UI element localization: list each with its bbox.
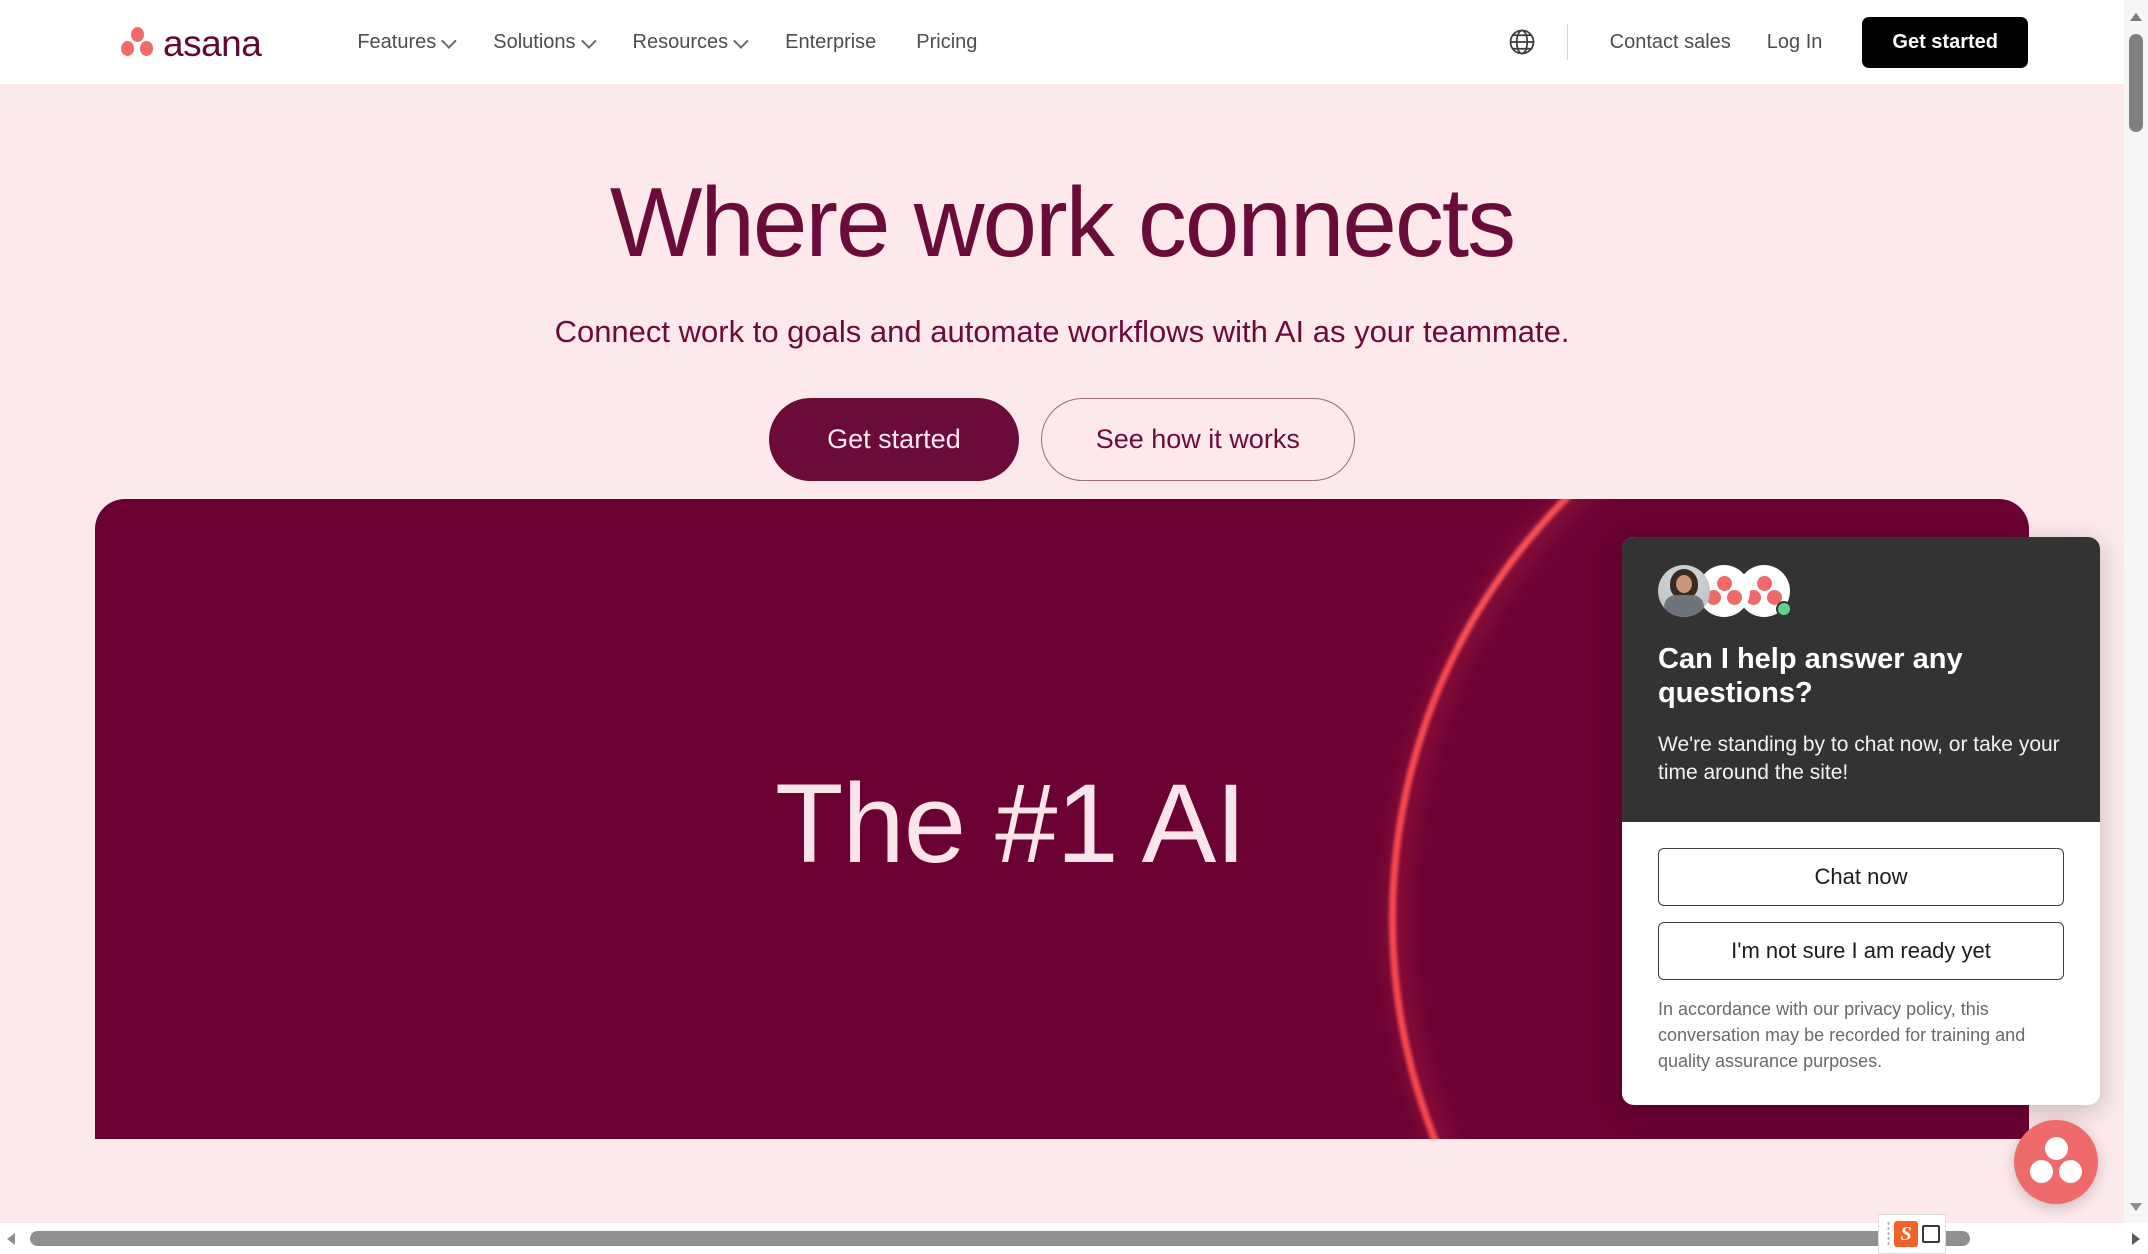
capture-frame-icon[interactable]	[1922, 1225, 1940, 1243]
asana-logo[interactable]: asana	[120, 22, 262, 64]
chevron-down-icon	[441, 32, 457, 49]
chevron-down-icon	[733, 32, 749, 49]
chat-widget: Can I help answer any questions? We're s…	[1622, 537, 2100, 1105]
nav-label: Features	[357, 30, 437, 53]
nav-label: Pricing	[916, 30, 978, 53]
primary-nav: Features Solutions Resources Enterprise …	[337, 21, 997, 64]
snagit-icon[interactable]: S	[1894, 1221, 1918, 1247]
nav-item-enterprise[interactable]: Enterprise	[765, 21, 896, 64]
banner-headline: The #1 AI	[775, 761, 1246, 886]
nav-item-solutions[interactable]: Solutions	[473, 21, 612, 64]
online-status-indicator	[1776, 601, 1792, 617]
contact-sales-link[interactable]: Contact sales	[1592, 21, 1749, 64]
hero-subtitle: Connect work to goals and automate workf…	[554, 313, 1570, 349]
nav-item-pricing[interactable]: Pricing	[896, 21, 997, 64]
agent-photo-avatar	[1658, 565, 1710, 617]
hero-cta-group: Get started See how it works	[0, 397, 2124, 481]
horizontal-scrollbar-thumb[interactable]	[30, 1231, 1970, 1246]
chat-body-text: We're standing by to chat now, or take y…	[1658, 732, 2060, 785]
get-started-button-hero[interactable]: Get started	[769, 397, 1019, 481]
header-actions: Contact sales Log In Get started	[1499, 16, 2028, 68]
scroll-right-arrow-icon[interactable]	[2132, 1233, 2140, 1245]
site-header: asana Features Solutions Resources Enter…	[0, 0, 2124, 84]
drag-handle[interactable]	[1887, 1221, 1890, 1247]
scroll-left-arrow-icon[interactable]	[7, 1233, 15, 1245]
chevron-down-icon	[580, 32, 597, 49]
nav-label: Resources	[632, 30, 729, 53]
asana-wordmark: asana	[163, 22, 262, 64]
page-content: asana Features Solutions Resources Enter…	[0, 0, 2124, 1223]
scroll-up-arrow-icon[interactable]	[2130, 13, 2142, 21]
vertical-scrollbar[interactable]	[2124, 0, 2148, 1223]
not-ready-yet-button[interactable]: I'm not sure I am ready yet	[1658, 921, 2064, 980]
get-started-button-header[interactable]: Get started	[1862, 16, 2028, 68]
chat-privacy-disclaimer: In accordance with our privacy policy, t…	[1658, 998, 2026, 1071]
scroll-down-arrow-icon[interactable]	[2130, 1203, 2142, 1211]
page-title: Where work connects	[609, 167, 1516, 277]
chat-launcher-button[interactable]	[2014, 1120, 2098, 1204]
globe-icon[interactable]	[1499, 19, 1545, 65]
browser-viewport: asana Features Solutions Resources Enter…	[0, 0, 2148, 1254]
vertical-scrollbar-thumb[interactable]	[2129, 34, 2143, 132]
chat-now-button[interactable]: Chat now	[1658, 847, 2064, 906]
asana-chat-launcher-icon	[2044, 1137, 2068, 1160]
see-how-it-works-button[interactable]: See how it works	[1040, 397, 1355, 481]
nav-item-resources[interactable]: Resources	[613, 21, 766, 64]
log-in-link[interactable]: Log In	[1749, 21, 1841, 64]
asana-logo-icon	[120, 27, 154, 57]
screen-capture-overlay[interactable]: S	[1878, 1214, 1946, 1254]
nav-item-features[interactable]: Features	[337, 21, 473, 64]
chat-widget-header: Can I help answer any questions? We're s…	[1622, 537, 2100, 822]
chat-widget-actions: Chat now I'm not sure I am ready yet In …	[1622, 821, 2100, 1102]
chat-heading: Can I help answer any questions?	[1658, 643, 1963, 709]
nav-label: Enterprise	[785, 30, 877, 53]
header-divider	[1566, 24, 1568, 60]
horizontal-scrollbar[interactable]	[0, 1223, 2148, 1254]
chat-avatar-group	[1658, 563, 2064, 619]
nav-label: Solutions	[493, 30, 576, 53]
